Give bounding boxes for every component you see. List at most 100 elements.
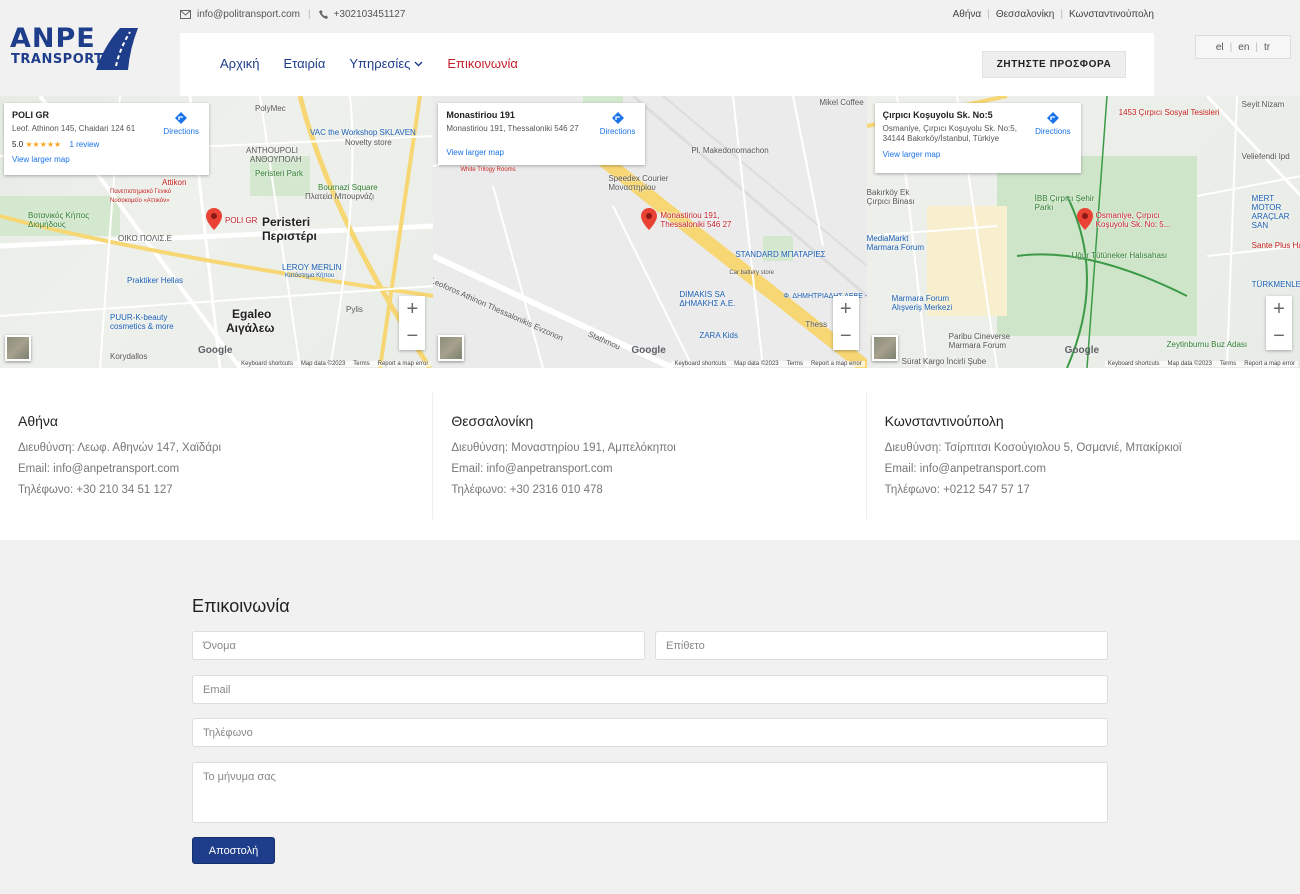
directions-button[interactable]: Directions bbox=[163, 111, 199, 136]
nav-item-services[interactable]: Υπηρεσίες bbox=[349, 56, 423, 71]
report-link[interactable]: Report a map error bbox=[811, 361, 862, 367]
office-athens: Αθήνα Διευθύνση: Λεωφ. Αθηνών 147, Χαϊδά… bbox=[0, 393, 434, 519]
directions-button[interactable]: Directions bbox=[600, 111, 635, 136]
terms-link[interactable]: Terms bbox=[787, 361, 803, 367]
satellite-toggle[interactable] bbox=[5, 335, 31, 361]
top-contact: info@politransport.com | +302103451127 bbox=[180, 9, 405, 20]
view-larger-map-link[interactable]: View larger map bbox=[12, 155, 201, 164]
office-phone[interactable]: Τηλέφωνο: +30 210 34 51 127 bbox=[18, 484, 432, 496]
office-city: Κωνσταντινούπολη bbox=[884, 413, 1004, 429]
terms-link[interactable]: Terms bbox=[353, 361, 369, 367]
map-place: Sürat Kargo İncirli Şube bbox=[901, 357, 987, 366]
divider: | bbox=[987, 9, 990, 20]
map-place: Speedex Courier bbox=[608, 174, 669, 183]
office-phone[interactable]: Τηλέφωνο: +0212 547 57 17 bbox=[885, 484, 1300, 496]
map-place: Uğur Tütüneker Halısahası bbox=[1071, 251, 1168, 260]
office-phone[interactable]: Τηλέφωνο: +30 2316 010 478 bbox=[451, 484, 865, 496]
contact-form-section: Επικοινωνία Όνομα Επίθετο Email Τηλέφωνο… bbox=[0, 540, 1300, 894]
site-logo[interactable]: ANPE TRANSPORT bbox=[10, 24, 140, 72]
map-place: Novelty store bbox=[345, 138, 392, 147]
map-place: ZARA Kids bbox=[699, 331, 739, 340]
report-link[interactable]: Report a map error bbox=[378, 361, 429, 367]
directions-icon bbox=[611, 112, 624, 124]
keyboard-shortcuts-link[interactable]: Keyboard shortcuts bbox=[241, 361, 293, 367]
map-info-card: Çırpıcı Koşuyolu Sk. No:5 Osmaniye, Çırp… bbox=[874, 103, 1081, 173]
zoom-out-button[interactable]: − bbox=[1266, 323, 1292, 350]
card-address: Osmaniye, Çırpıcı Koşuyolu Sk. No:5, 341… bbox=[882, 124, 1017, 143]
first-name-field[interactable]: Όνομα bbox=[192, 631, 645, 660]
map-place: Περιστέρι bbox=[262, 229, 317, 243]
office-email[interactable]: Email: info@anpetransport.com bbox=[885, 463, 1300, 475]
nav-item-contact[interactable]: Επικοινωνία bbox=[447, 56, 518, 71]
divider: | bbox=[1229, 41, 1233, 53]
nav-label: Υπηρεσίες bbox=[349, 56, 411, 71]
map-place: STANDARD ΜΠΑΤΑΡΙΕΣ bbox=[735, 250, 826, 259]
keyboard-shortcuts-link[interactable]: Keyboard shortcuts bbox=[1108, 361, 1160, 367]
satellite-toggle[interactable] bbox=[438, 335, 465, 361]
top-email[interactable]: info@politransport.com bbox=[197, 9, 300, 20]
divider: | bbox=[1060, 9, 1063, 20]
phone-field[interactable]: Τηλέφωνο bbox=[192, 718, 1108, 747]
satellite-toggle[interactable] bbox=[871, 335, 898, 361]
directions-label: Directions bbox=[163, 127, 199, 136]
top-city-thessaloniki[interactable]: Θεσσαλονίκη bbox=[996, 9, 1055, 20]
zoom-out-button[interactable]: − bbox=[399, 323, 425, 350]
map-place: Thess bbox=[805, 320, 828, 329]
office-city: Αθήνα bbox=[18, 413, 59, 429]
zoom-in-button[interactable]: + bbox=[833, 296, 859, 323]
lang-en[interactable]: en bbox=[1238, 42, 1249, 53]
directions-button[interactable]: Directions bbox=[1035, 111, 1071, 136]
map-pin-icon bbox=[1076, 208, 1093, 230]
divider: | bbox=[1255, 41, 1259, 53]
map-info-card: POLI GR Leof. Athinon 145, Chaidari 124 … bbox=[4, 103, 209, 175]
nav-item-home[interactable]: Αρχική bbox=[220, 56, 260, 71]
map-pin-icon bbox=[206, 208, 222, 230]
email-field[interactable]: Email bbox=[192, 675, 1108, 704]
top-city-istanbul[interactable]: Κωνσταντινούπολη bbox=[1069, 9, 1154, 20]
map-pin-icon bbox=[641, 208, 658, 230]
map-place: ΑΝΘΟΥΠΟΛΗ bbox=[250, 155, 302, 164]
view-larger-map-link[interactable]: View larger map bbox=[883, 150, 1073, 159]
message-textarea[interactable]: Το μήνυμα σας bbox=[192, 762, 1108, 823]
directions-icon bbox=[1046, 112, 1059, 124]
directions-label: Directions bbox=[1035, 127, 1071, 136]
map-place: ANTHOUPOLI bbox=[246, 146, 299, 155]
card-rating: 5.0 ★★★★★ 1 review bbox=[12, 140, 201, 149]
nav-item-company[interactable]: Εταιρία bbox=[284, 56, 326, 71]
lang-el[interactable]: el bbox=[1216, 42, 1224, 53]
report-link[interactable]: Report a map error bbox=[1244, 361, 1295, 367]
map-athens[interactable]: PolyMec VAC the Workshop SKLAVEN Novelty… bbox=[0, 96, 434, 368]
last-name-field[interactable]: Επίθετο bbox=[655, 631, 1108, 660]
map-thessaloniki[interactable]: Mikel Coffee Speedex Courier Μοναστηρίου… bbox=[433, 96, 867, 368]
keyboard-shortcuts-link[interactable]: Keyboard shortcuts bbox=[674, 361, 726, 367]
top-phone[interactable]: +302103451127 bbox=[334, 9, 406, 20]
top-city-athens[interactable]: Αθήνα bbox=[953, 9, 982, 20]
map-place: Zeytinburnu Buz Adası bbox=[1166, 340, 1248, 349]
zoom-in-button[interactable]: + bbox=[1266, 296, 1292, 323]
logo-road-icon bbox=[96, 28, 138, 70]
map-pin-label: POLI GR bbox=[225, 216, 258, 225]
google-logo: Google bbox=[198, 345, 233, 356]
request-quote-button[interactable]: ΖΗΤΗΣΤΕ ΠΡΟΣΦΟΡΑ bbox=[982, 51, 1126, 78]
map-place: LEROY MERLIN bbox=[282, 263, 342, 272]
zoom-out-button[interactable]: − bbox=[833, 323, 859, 350]
map-istanbul[interactable]: 1453 Çırpıcı Sosyal Tesisleri Seyit Niza… bbox=[866, 96, 1300, 368]
map-place: ΔΗΜΑΚΗΣ Α.Ε. bbox=[679, 299, 736, 308]
office-email[interactable]: Email: info@anpetransport.com bbox=[451, 463, 865, 475]
reviews-link[interactable]: 1 review bbox=[69, 140, 99, 149]
nav-label: Αρχική bbox=[220, 56, 260, 71]
map-place: Πανεπιστημιακό Γενικό Νοσοκομείο «Αττικό… bbox=[110, 189, 172, 204]
view-larger-map-link[interactable]: View larger map bbox=[446, 148, 637, 157]
zoom-in-button[interactable]: + bbox=[399, 296, 425, 323]
envelope-icon bbox=[180, 10, 191, 19]
lang-tr[interactable]: tr bbox=[1264, 42, 1270, 53]
terms-link[interactable]: Terms bbox=[1220, 361, 1236, 367]
star-icons: ★★★★★ bbox=[25, 140, 62, 149]
map-place: Sante Plus Ha bbox=[1251, 241, 1300, 250]
rating-value: 5.0 bbox=[12, 140, 24, 149]
logo-text-anpe: ANPE bbox=[10, 23, 96, 54]
submit-button[interactable]: Αποστολή bbox=[192, 837, 275, 864]
map-place: VAC the Workshop SKLAVEN bbox=[310, 128, 416, 137]
office-email[interactable]: Email: info@anpetransport.com bbox=[18, 463, 432, 475]
divider: | bbox=[307, 9, 311, 20]
